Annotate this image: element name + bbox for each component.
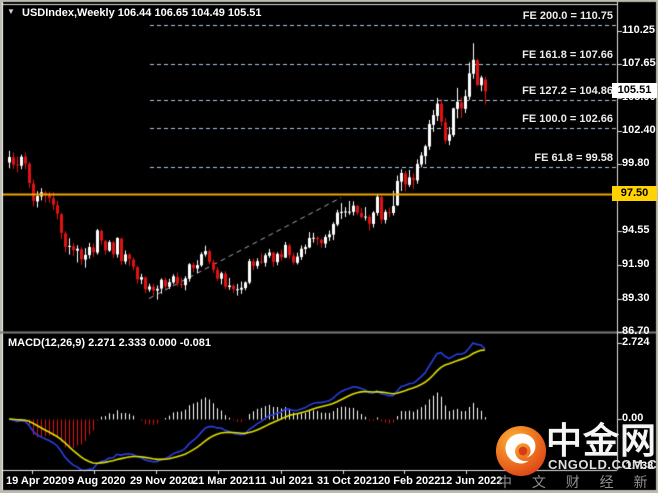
watermark-domain: CNGOLD.COM.CN [548, 457, 658, 472]
price-axis-label: 99.80 [622, 157, 650, 170]
symbol-title: USDIndex,Weekly 106.44 106.65 104.49 105… [22, 7, 262, 19]
watermark-brand: 中金网 [546, 420, 658, 461]
cloud-swirl-icon [495, 425, 547, 477]
fib-level-label: FE 127.2 = 104.86 [522, 84, 613, 97]
time-axis-label: 29 Nov 2020 [130, 475, 194, 487]
time-axis-label: 11 Jul 2021 [255, 475, 314, 487]
price-axis-label: 110.25 [622, 23, 656, 36]
time-axis-label: 31 Oct 2021 [317, 475, 379, 487]
time-axis-label: 9 Aug 2020 [68, 475, 126, 487]
time-axis-label: 20 Feb 2022 [378, 475, 441, 487]
price-axis-label: 107.65 [622, 57, 656, 70]
fib-level-label: FE 161.8 = 107.66 [522, 49, 613, 61]
current-price-badge: 105.51 [612, 83, 657, 99]
time-axis-label: 19 Apr 2020 [6, 475, 68, 487]
price-axis-label: 102.40 [622, 124, 656, 137]
price-axis-label: 94.55 [622, 224, 650, 237]
fib-level-label: FE 100.0 = 102.66 [522, 112, 613, 125]
watermark-tagline: 中 文 财 经 新 媒 体 [498, 474, 658, 490]
chevron-down-icon[interactable]: ▼ [7, 7, 15, 16]
time-axis-label: 21 Mar 2021 [192, 475, 255, 487]
fib-level-label: FE 200.0 = 110.75 [522, 9, 613, 22]
price-axis-label: 89.30 [622, 291, 650, 304]
hline-price-badge: 97.50 [612, 185, 657, 201]
site-watermark: 中金网 CNGOLD.COM.CN 中 文 财 经 新 媒 体 [492, 420, 658, 492]
macd-indicator-title: MACD(12,26,9) 2.271 2.333 0.000 -0.081 [8, 337, 212, 349]
fib-level-label: FE 61.8 = 99.58 [534, 152, 613, 165]
price-axis-label: 91.90 [622, 258, 650, 271]
macd-axis-label: 2.724 [622, 336, 650, 348]
chart-window: ▼ USDIndex,Weekly 106.44 106.65 104.49 1… [0, 0, 658, 493]
